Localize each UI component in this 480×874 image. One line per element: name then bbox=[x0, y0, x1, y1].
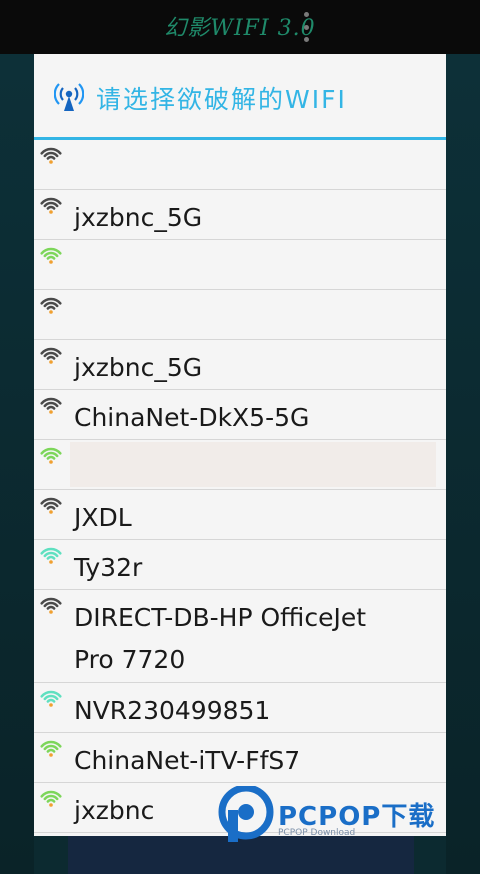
wifi-signal-icon bbox=[40, 690, 62, 707]
wifi-signal-icon bbox=[40, 597, 62, 614]
dialog-title: 请选择欲破解的WIFI bbox=[96, 85, 347, 114]
wifi-network-row[interactable] bbox=[34, 290, 446, 340]
wifi-network-row[interactable] bbox=[34, 440, 446, 490]
wifi-signal-icon bbox=[40, 347, 62, 364]
wifi-network-row[interactable]: JXDL bbox=[34, 490, 446, 540]
background-left bbox=[0, 54, 34, 874]
wifi-network-row[interactable]: NVR230499851 bbox=[34, 683, 446, 733]
wifi-antenna-icon bbox=[54, 83, 84, 111]
wifi-ssid-label: ChinaNet-iTV-FfS7 bbox=[74, 746, 301, 775]
wifi-ssid-label: jxzbnc_5G bbox=[74, 203, 203, 232]
wifi-ssid-label: ChinaNet-DkX5-5G bbox=[74, 403, 310, 432]
pcpop-logo-icon bbox=[218, 786, 274, 842]
wifi-signal-icon bbox=[40, 147, 62, 164]
wifi-ssid-label: Ty32r bbox=[74, 553, 143, 582]
app-titlebar: 幻影WIFI 3.0 bbox=[0, 0, 480, 54]
wifi-network-row[interactable]: jxzbnc_5G bbox=[34, 190, 446, 240]
wifi-network-row[interactable]: jxzbnc_5G bbox=[34, 340, 446, 390]
wifi-signal-icon bbox=[40, 790, 62, 807]
wifi-signal-icon bbox=[40, 397, 62, 414]
wifi-ssid-label: jxzbnc_5G bbox=[74, 353, 203, 382]
pcpop-watermark: PCPOP下载 PCPOP Download bbox=[218, 786, 468, 844]
wifi-ssid-label: DIRECT-DB-HP OfficeJet Pro 7720 bbox=[74, 603, 367, 674]
dialog-header: 请选择欲破解的WIFI bbox=[34, 54, 446, 140]
wifi-signal-icon bbox=[40, 297, 62, 314]
wifi-ssid-label: NVR230499851 bbox=[74, 696, 271, 725]
background-right bbox=[446, 54, 480, 874]
wifi-network-row[interactable] bbox=[34, 140, 446, 190]
wifi-ssid-label: JXDL bbox=[74, 503, 132, 532]
overflow-menu-icon[interactable] bbox=[301, 12, 311, 42]
wifi-select-dialog: 请选择欲破解的WIFI jxzbnc_5G jxzbnc_5G ChinaNet-D… bbox=[34, 54, 446, 836]
wifi-network-row[interactable] bbox=[34, 240, 446, 290]
wifi-network-row[interactable]: Ty32r bbox=[34, 540, 446, 590]
wifi-signal-icon bbox=[40, 447, 62, 464]
wifi-network-row[interactable]: ChinaNet-DkX5-5G bbox=[34, 390, 446, 440]
wifi-network-row[interactable]: ChinaNet-iTV-FfS7 bbox=[34, 733, 446, 783]
wifi-signal-icon bbox=[40, 197, 62, 214]
app-title: 幻影WIFI 3.0 bbox=[164, 16, 316, 41]
wifi-network-row[interactable]: DIRECT-DB-HP OfficeJet Pro 7720 bbox=[34, 590, 446, 683]
wifi-signal-icon bbox=[40, 247, 62, 264]
wifi-signal-icon bbox=[40, 547, 62, 564]
watermark-sub: PCPOP Download bbox=[278, 828, 356, 838]
row-highlight bbox=[70, 442, 436, 487]
wifi-list: jxzbnc_5G jxzbnc_5G ChinaNet-DkX5-5G JXDL Ty… bbox=[34, 140, 446, 833]
wifi-signal-icon bbox=[40, 740, 62, 757]
wifi-signal-icon bbox=[40, 497, 62, 514]
